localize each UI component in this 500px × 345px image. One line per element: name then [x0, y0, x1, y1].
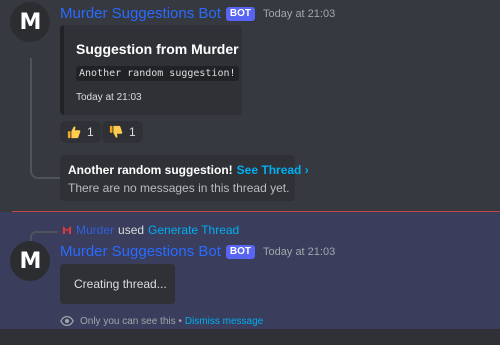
embed-code: Another random suggestion!	[76, 66, 239, 81]
thread-preview[interactable]: Another random suggestion! See Thread › T…	[60, 155, 309, 201]
reaction-count: 1	[87, 125, 94, 139]
thumbs-up-icon	[67, 126, 81, 139]
bot-badge: BOT	[225, 244, 256, 259]
reaction-count: 1	[129, 125, 136, 139]
command-name[interactable]: Generate Thread	[148, 223, 239, 237]
bot-badge: BOT	[225, 6, 256, 21]
reply-used-text: used	[118, 223, 145, 237]
suggestion-embed: Suggestion from Murder Another random su…	[60, 25, 242, 115]
thread-subtitle: There are no messages in this thread yet…	[68, 181, 290, 195]
reply-username[interactable]: Murder	[76, 223, 114, 237]
thumbs-down-icon	[109, 125, 123, 138]
message-text: Creating thread...	[74, 277, 167, 291]
only-you-text: Only you can see this •	[80, 315, 182, 327]
thread-name: Another random suggestion!	[68, 163, 233, 177]
chat-view: M Murder Suggestions Bot BOT Today at 21…	[0, 0, 500, 345]
see-thread-link[interactable]: See Thread ›	[237, 163, 309, 177]
ephemeral-notice: Only you can see this • Dismiss message	[60, 314, 263, 328]
ephemeral-message-body: Creating thread...	[60, 264, 175, 304]
command-reply-line: Murder used Generate Thread	[62, 223, 239, 237]
dismiss-message-link[interactable]: Dismiss message	[185, 316, 263, 327]
username[interactable]: Murder Suggestions Bot	[60, 5, 221, 22]
message-header: Murder Suggestions Bot BOT Today at 21:0…	[60, 243, 335, 260]
avatar[interactable]: M	[10, 241, 50, 281]
avatar-letter: M	[19, 248, 42, 274]
embed-title: Suggestion from Murder	[76, 41, 239, 57]
avatar[interactable]: M	[10, 2, 50, 42]
reaction-thumbs-down[interactable]: 1	[102, 121, 143, 143]
eye-icon	[60, 315, 74, 327]
user-mini-avatar-icon	[63, 226, 71, 234]
avatar-letter: M	[19, 9, 42, 35]
thread-connector	[30, 58, 60, 179]
timestamp: Today at 21:03	[263, 245, 336, 258]
message-input-area	[0, 329, 500, 345]
message-header: Murder Suggestions Bot BOT Today at 21:0…	[60, 5, 335, 22]
thread-title: Another random suggestion! See Thread ›	[68, 163, 309, 177]
username[interactable]: Murder Suggestions Bot	[60, 243, 221, 260]
timestamp: Today at 21:03	[263, 7, 336, 20]
embed-footer: Today at 21:03	[76, 92, 142, 103]
reaction-thumbs-up[interactable]: 1	[60, 121, 101, 143]
